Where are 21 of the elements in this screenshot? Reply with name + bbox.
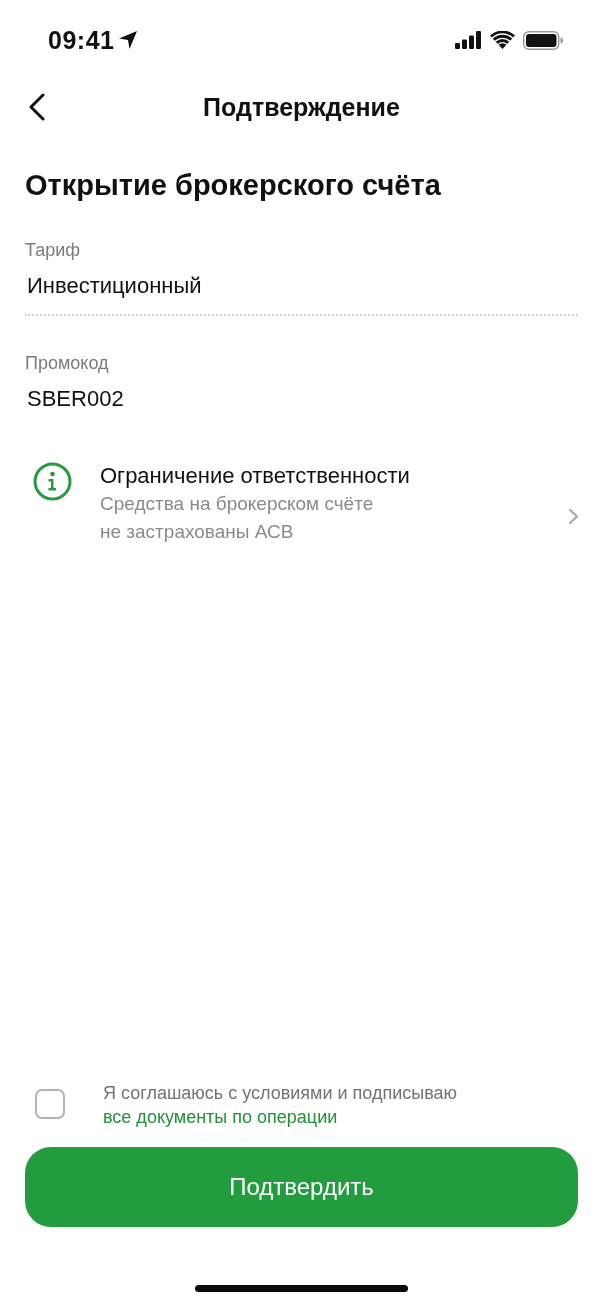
notice-text: Средства на брокерском счёте не застрахованы АСВ bbox=[100, 492, 374, 544]
chevron-right-icon bbox=[568, 507, 579, 525]
field-label: Тариф bbox=[25, 239, 81, 261]
consent-checkbox[interactable] bbox=[35, 1089, 65, 1119]
liability-notice-row[interactable]: Ограничение ответственности Средства на брокерском счёте не застрахованы АСВ bbox=[0, 462, 603, 546]
field-value: Инвестиционный bbox=[26, 272, 202, 300]
info-icon bbox=[33, 462, 72, 501]
screen-title: Подтверждение bbox=[203, 92, 400, 122]
location-arrow-icon bbox=[118, 30, 139, 50]
confirm-button[interactable]: Подтвердить bbox=[25, 1147, 578, 1227]
page-heading: Открытие брокерского счёта bbox=[24, 168, 442, 202]
signal-icon bbox=[455, 31, 482, 49]
documents-link[interactable]: все документы по операции bbox=[103, 1107, 338, 1127]
status-time: 09:41 bbox=[48, 25, 115, 55]
battery-icon bbox=[523, 30, 563, 50]
consent-text: Я соглашаюсь с условиями и подписываю bbox=[103, 1083, 458, 1103]
field-value: SBER002 bbox=[26, 385, 124, 413]
notice-title: Ограничение ответственности bbox=[100, 462, 410, 490]
field-label: Промокод bbox=[25, 352, 109, 374]
wifi-icon bbox=[490, 31, 515, 49]
back-chevron-icon bbox=[28, 93, 46, 121]
